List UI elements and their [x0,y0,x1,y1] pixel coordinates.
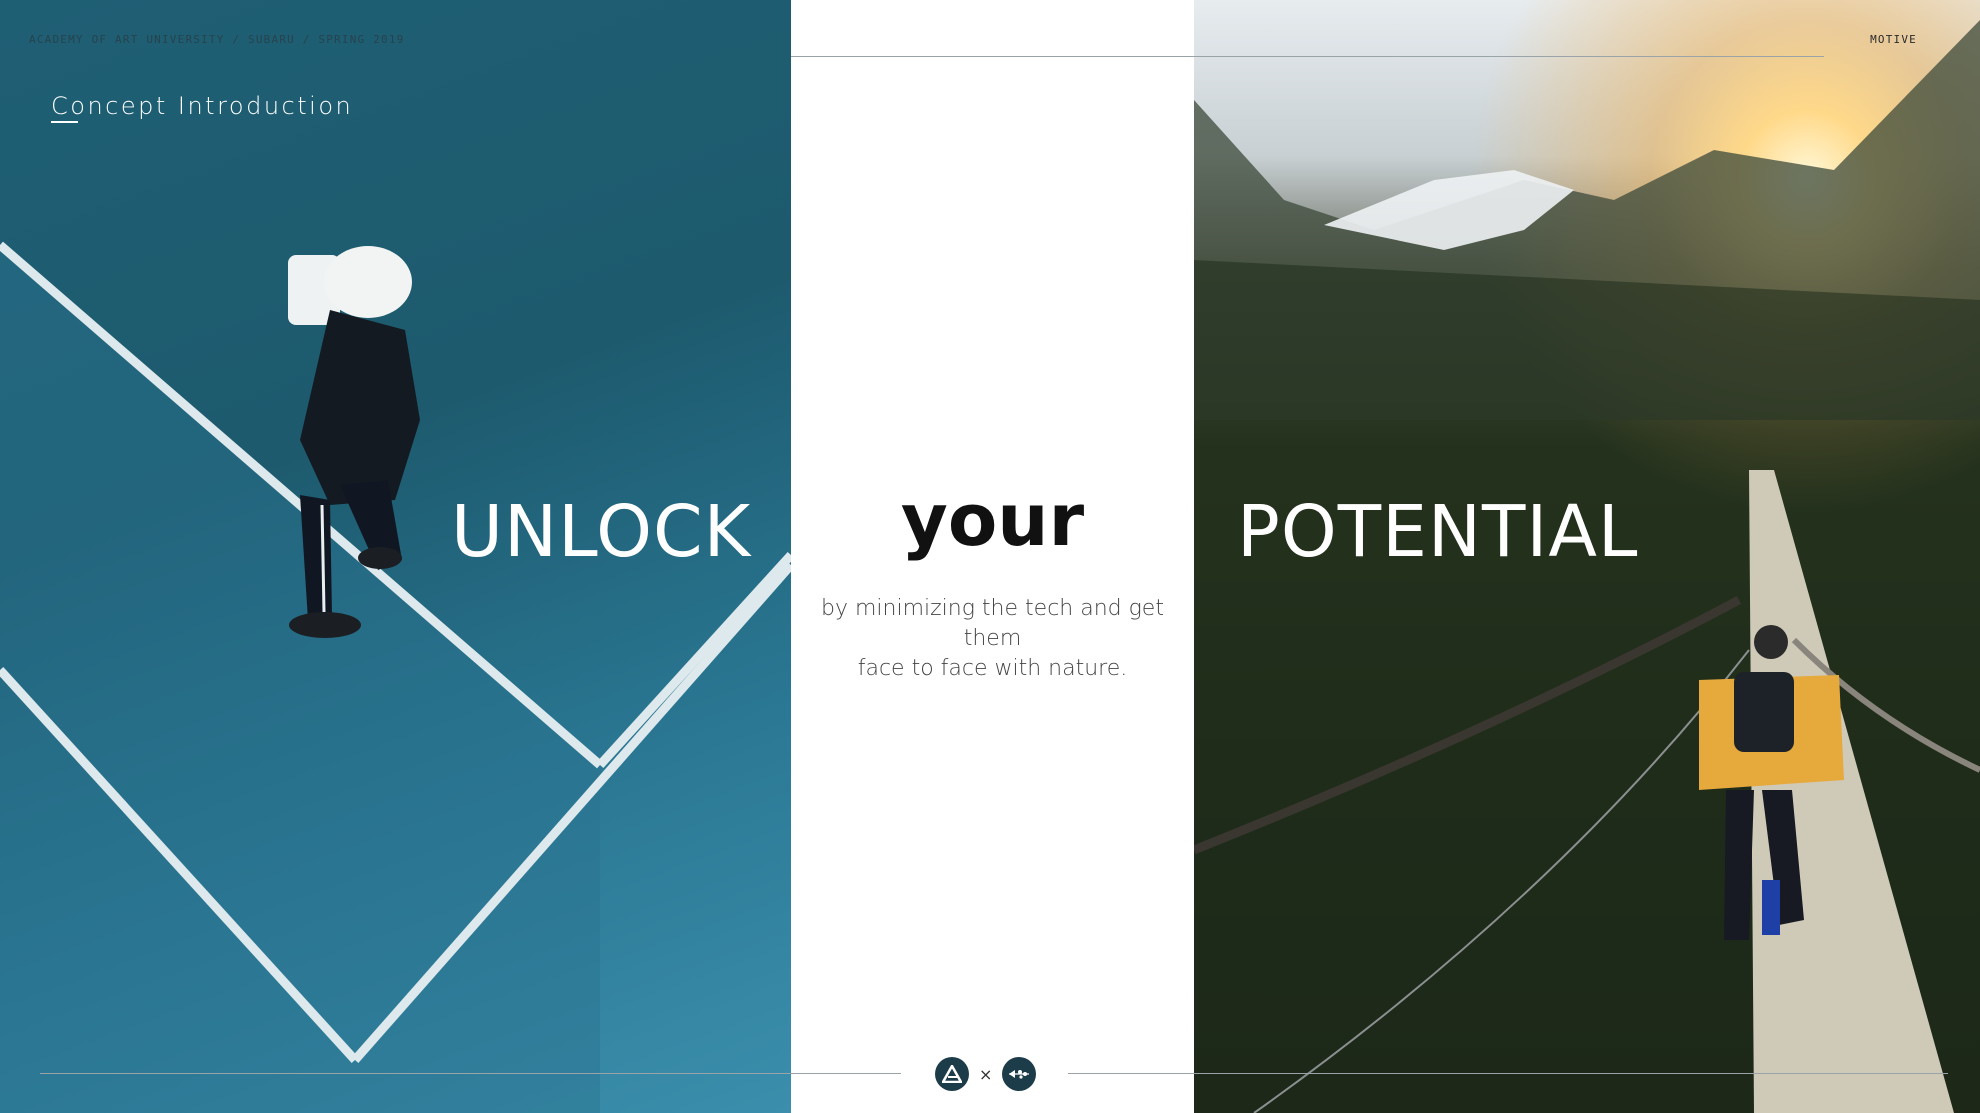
center-text-panel: your by minimizing the tech and get them… [791,0,1194,1113]
section-label-motive: MOTIVE [1870,33,1917,46]
bottom-divider-right [1068,1073,1948,1074]
logo-separator: × [979,1064,993,1084]
bottom-divider-left [40,1073,901,1074]
vr-court-photo: ACADEMY OF ART UNIVERSITY / SUBARU / SPR… [0,0,791,1113]
academy-of-art-logo-icon [935,1057,969,1091]
headline-word-potential: POTENTIAL [1237,490,1639,573]
section-title-underline [51,121,78,123]
hiker-bridge-photo: MOTIVE POTENTIAL [1194,0,1980,1113]
section-title: Concept Introduction [51,92,354,120]
subtitle-line-1: by minimizing the tech and get them [821,596,1164,651]
headline-word-unlock: UNLOCK [451,490,752,573]
subtitle: by minimizing the tech and get them face… [791,594,1194,684]
partner-logos: × [935,1056,1037,1092]
headline-word-your: your [900,478,1085,562]
course-header: ACADEMY OF ART UNIVERSITY / SUBARU / SPR… [29,33,405,46]
subaru-logo-icon [1002,1057,1037,1091]
top-divider [791,56,1824,57]
subtitle-line-2: face to face with nature. [857,656,1128,681]
